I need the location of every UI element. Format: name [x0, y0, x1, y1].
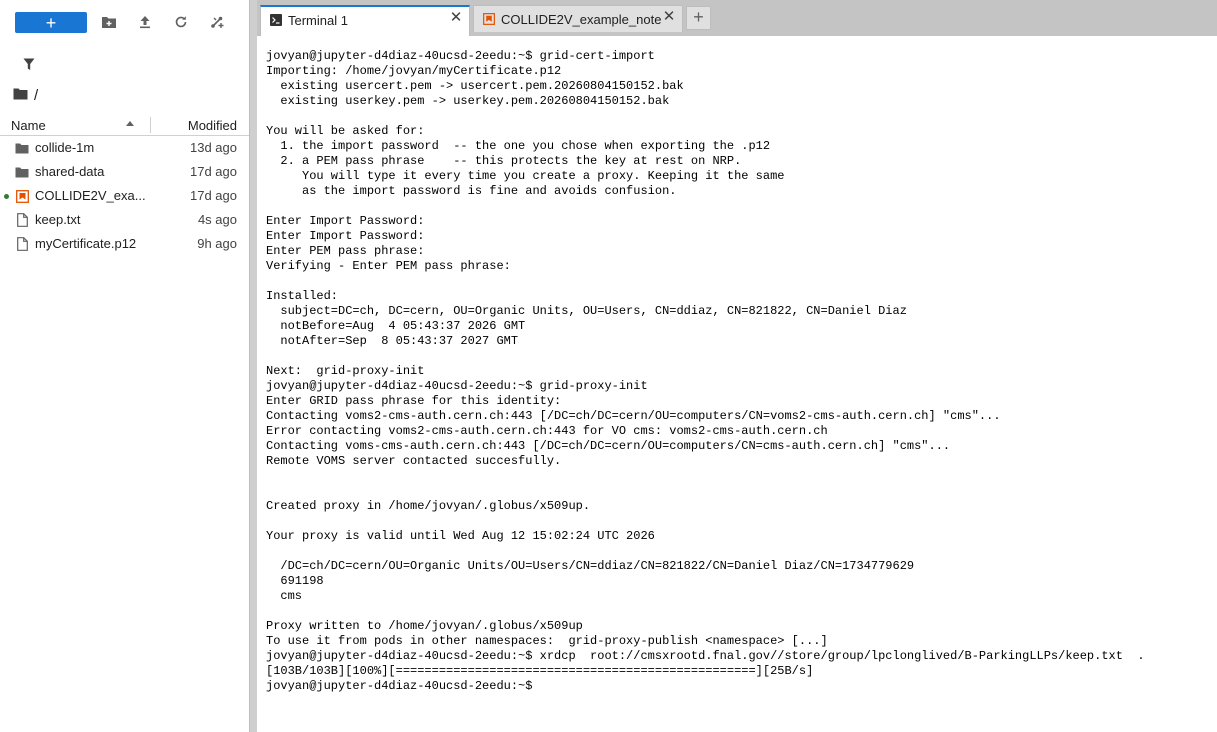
file-icon — [14, 212, 30, 228]
folder-icon — [14, 140, 30, 156]
terminal-line: Enter GRID pass phrase for this identity… — [266, 394, 562, 408]
terminal-line: notBefore=Aug 4 05:43:37 2026 GMT — [266, 319, 526, 333]
running-indicator — [4, 194, 9, 199]
terminal-line: Enter Import Password: — [266, 229, 425, 243]
terminal-line: 2. a PEM pass phrase -- this protects th… — [266, 154, 742, 168]
terminal-line: Verifying - Enter PEM pass phrase: — [266, 259, 511, 273]
terminal-output[interactable]: jovyan@jupyter-d4diaz-40ucsd-2eedu:~$ gr… — [257, 36, 1217, 732]
tab-label: Terminal 1 — [288, 13, 348, 28]
name-column-header[interactable]: Name — [11, 118, 46, 133]
new-launcher-button[interactable]: + — [15, 12, 87, 33]
terminal-line: You will be asked for: — [266, 124, 425, 138]
terminal-line: Contacting voms2-cms-auth.cern.ch:443 [/… — [266, 409, 1001, 423]
folder-icon[interactable] — [13, 87, 28, 103]
tab-terminal-1[interactable]: Terminal 1 ✕ — [260, 5, 470, 36]
terminal-line: Created proxy in /home/jovyan/.globus/x5… — [266, 499, 591, 513]
terminal-line: existing usercert.pem -> usercert.pem.20… — [266, 79, 684, 93]
file-row-keep-txt[interactable]: keep.txt 4s ago — [0, 208, 249, 232]
terminal-line: notAfter=Sep 8 05:43:37 2027 GMT — [266, 334, 519, 348]
terminal-line: /DC=ch/DC=cern/OU=Organic Units/OU=Users… — [266, 559, 915, 573]
terminal-line: as the import password is fine and avoid… — [266, 184, 677, 198]
terminal-line: jovyan@jupyter-d4diaz-40ucsd-2eedu:~$ xr… — [266, 649, 1145, 663]
terminal-line: Next: grid-proxy-init — [266, 364, 425, 378]
breadcrumb-root[interactable]: / — [34, 87, 38, 104]
file-browser: + / Name Modified collide-1m 13d ago sha… — [0, 0, 249, 732]
file-icon — [14, 236, 30, 252]
tab-bar: Terminal 1 ✕ COLLIDE2V_example_notel ✕ + — [257, 0, 1217, 36]
file-name: keep.txt — [35, 212, 81, 227]
terminal-line: Enter PEM pass phrase: — [266, 244, 425, 258]
terminal-line: Remote VOMS server contacted succesfully… — [266, 454, 562, 468]
panel-splitter[interactable] — [249, 0, 257, 732]
plus-icon: + — [45, 12, 57, 33]
tab-collide2v-notebook[interactable]: COLLIDE2V_example_notel ✕ — [473, 5, 683, 32]
file-name: collide-1m — [35, 140, 95, 155]
git-clone-icon[interactable] — [208, 13, 226, 31]
file-name: COLLIDE2V_exa... — [35, 188, 146, 203]
terminal-line: Importing: /home/jovyan/myCertificate.p1… — [266, 64, 562, 78]
terminal-line: existing userkey.pem -> userkey.pem.2026… — [266, 94, 670, 108]
sort-ascending-icon — [126, 121, 134, 126]
tab-label: COLLIDE2V_example_notel — [501, 12, 661, 27]
terminal-line: Error contacting voms2-cms-auth.cern.ch:… — [266, 424, 828, 438]
file-list-header: Name Modified — [0, 114, 249, 136]
terminal-line: You will type it every time you create a… — [266, 169, 785, 183]
add-tab-button[interactable]: + — [686, 6, 711, 30]
terminal-line: Your proxy is valid until Wed Aug 12 15:… — [266, 529, 655, 543]
file-browser-toolbar: + — [0, 0, 249, 44]
file-row-collide2v-notebook[interactable]: COLLIDE2V_exa... 17d ago — [0, 184, 249, 208]
terminal-line: jovyan@jupyter-d4diaz-40ucsd-2eedu:~$ gr… — [266, 49, 655, 63]
file-row-collide-1m[interactable]: collide-1m 13d ago — [0, 136, 249, 160]
refresh-icon[interactable] — [172, 13, 190, 31]
notebook-icon — [14, 188, 30, 204]
file-name: shared-data — [35, 164, 105, 179]
terminal-line: jovyan@jupyter-d4diaz-40ucsd-2eedu:~$ gr… — [266, 379, 648, 393]
column-divider[interactable] — [150, 117, 151, 133]
file-modified: 13d ago — [190, 140, 237, 155]
notebook-icon — [483, 13, 495, 25]
breadcrumb: / — [13, 86, 38, 104]
terminal-line: Contacting voms-cms-auth.cern.ch:443 [/D… — [266, 439, 951, 453]
file-name: myCertificate.p12 — [35, 236, 137, 251]
file-modified: 9h ago — [197, 236, 237, 251]
file-modified: 17d ago — [190, 164, 237, 179]
file-row-mycertificate-p12[interactable]: myCertificate.p12 9h ago — [0, 232, 249, 256]
upload-icon[interactable] — [136, 13, 154, 31]
terminal-line: 691198 — [266, 574, 324, 588]
file-modified: 17d ago — [190, 188, 237, 203]
file-modified: 4s ago — [197, 212, 237, 227]
filter-icon[interactable] — [20, 55, 38, 73]
terminal-line: [103B/103B][100%][======================… — [266, 664, 814, 678]
terminal-line: Installed: — [266, 289, 339, 303]
terminal-line: subject=DC=ch, DC=cern, OU=Organic Units… — [266, 304, 907, 318]
main-area: Terminal 1 ✕ COLLIDE2V_example_notel ✕ +… — [257, 0, 1217, 732]
file-row-shared-data[interactable]: shared-data 17d ago — [0, 160, 249, 184]
terminal-line: To use it from pods in other namespaces:… — [266, 634, 828, 648]
terminal-line: jovyan@jupyter-d4diaz-40ucsd-2eedu:~$ — [266, 679, 540, 693]
new-folder-icon[interactable] — [100, 13, 118, 31]
terminal-line: cms — [266, 589, 303, 603]
terminal-line: 1. the import password -- the one you ch… — [266, 139, 771, 153]
file-list: collide-1m 13d ago shared-data 17d ago C… — [0, 136, 249, 256]
close-icon[interactable]: ✕ — [449, 10, 463, 25]
terminal-line: Enter Import Password: — [266, 214, 425, 228]
modified-column-header[interactable]: Modified — [188, 118, 237, 133]
close-icon[interactable]: ✕ — [662, 9, 676, 24]
folder-icon — [14, 164, 30, 180]
terminal-icon — [270, 14, 282, 26]
terminal-line: Proxy written to /home/jovyan/.globus/x5… — [266, 619, 583, 633]
